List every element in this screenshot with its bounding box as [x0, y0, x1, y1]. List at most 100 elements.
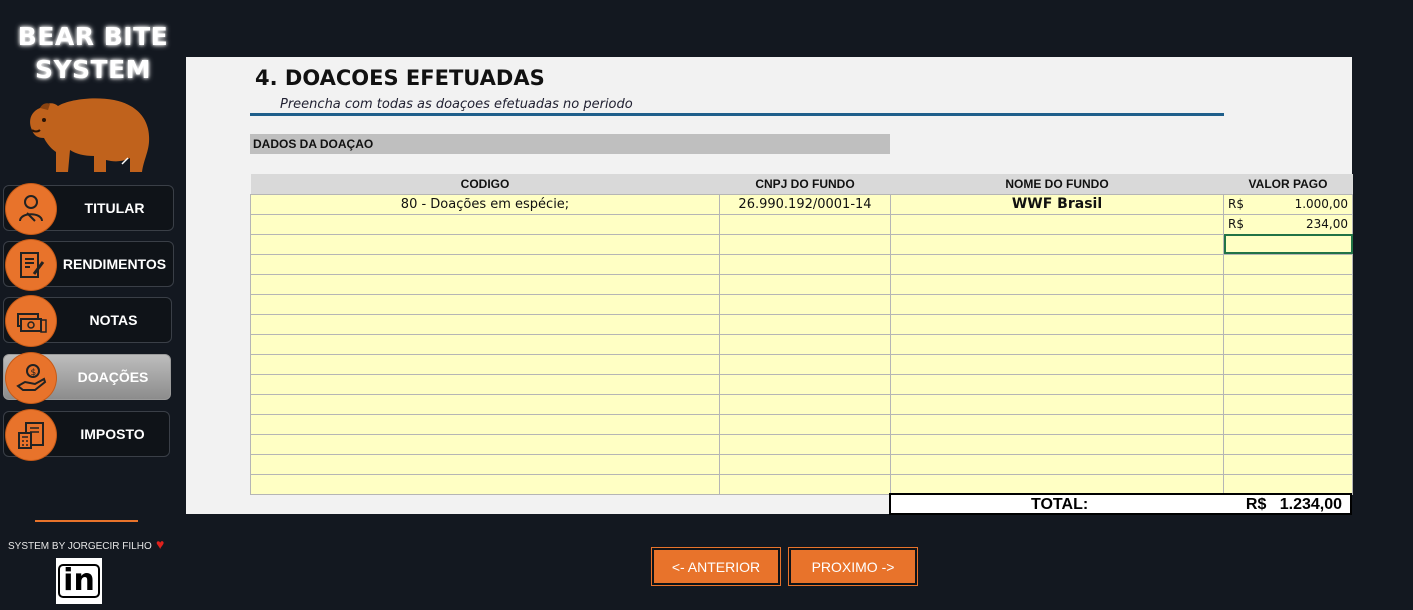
- amount: 234,00: [1306, 217, 1348, 231]
- currency-symbol: R$: [1228, 197, 1244, 211]
- cell-valor-pago[interactable]: [1223, 433, 1353, 455]
- linkedin-button[interactable]: in: [56, 558, 102, 604]
- cell-valor-pago[interactable]: [1223, 453, 1353, 475]
- cell-codigo[interactable]: [250, 313, 720, 335]
- brand-line-2: SYSTEM: [34, 55, 152, 84]
- table-body: 80 - Doações em espécie; 26.990.192/0001-…: [250, 193, 1353, 495]
- table-row: [250, 233, 1353, 255]
- table-row: 80 - Doações em espécie; 26.990.192/0001-…: [250, 193, 1353, 215]
- cell-nome-fundo[interactable]: WWF Brasil: [890, 193, 1224, 215]
- cell-cnpj[interactable]: [719, 213, 891, 235]
- sidebar-item-notas[interactable]: NOTAS: [3, 296, 172, 346]
- cell-nome-fundo[interactable]: [890, 213, 1224, 235]
- sidebar-item-titular[interactable]: TITULAR: [3, 184, 174, 234]
- table-header-row: CODIGO CNPJ DO FUNDO NOME DO FUNDO VALOR…: [250, 174, 1353, 194]
- sidebar-item-label: DOAÇÕES: [77, 369, 149, 385]
- cell-valor-pago[interactable]: [1223, 373, 1353, 395]
- cell-cnpj[interactable]: [719, 313, 891, 335]
- cell-nome-fundo[interactable]: [890, 233, 1224, 255]
- cell-valor-pago[interactable]: [1223, 393, 1353, 415]
- hand-coin-icon: $: [6, 353, 56, 403]
- table-row: [250, 333, 1353, 355]
- cell-valor-pago[interactable]: R$ 1.000,00: [1223, 193, 1353, 215]
- table-row: [250, 253, 1353, 275]
- cell-nome-fundo[interactable]: [890, 353, 1224, 375]
- sidebar-item-label: NOTAS: [89, 312, 138, 328]
- cell-codigo[interactable]: [250, 433, 720, 455]
- cell-cnpj[interactable]: [719, 413, 891, 435]
- cell-codigo[interactable]: [250, 413, 720, 435]
- cell-codigo[interactable]: [250, 473, 720, 495]
- page-subtitle: Preencha com todas as doaçoes efetuadas …: [280, 97, 633, 112]
- cell-cnpj[interactable]: [719, 473, 891, 495]
- cell-nome-fundo[interactable]: [890, 273, 1224, 295]
- column-header-cnpj: CNPJ DO FUNDO: [719, 174, 891, 194]
- table-row: [250, 373, 1353, 395]
- cell-nome-fundo[interactable]: [890, 473, 1224, 495]
- cell-nome-fundo[interactable]: [890, 333, 1224, 355]
- sidebar-item-label: RENDIMENTOS: [62, 256, 167, 272]
- total-value: R$ 1.234,00: [1246, 496, 1342, 514]
- footer-divider: [35, 520, 138, 522]
- cell-cnpj[interactable]: [719, 433, 891, 455]
- cell-nome-fundo[interactable]: [890, 313, 1224, 335]
- cell-valor-pago[interactable]: [1223, 413, 1353, 435]
- sidebar-item-imposto[interactable]: IMPOSTO: [3, 410, 170, 460]
- cell-nome-fundo[interactable]: [890, 293, 1224, 315]
- table-row: [250, 293, 1353, 315]
- cell-codigo[interactable]: [250, 273, 720, 295]
- cell-valor-pago[interactable]: [1223, 293, 1353, 315]
- cell-valor-pago[interactable]: [1223, 353, 1353, 375]
- app-window: BEAR BITE SYSTEM TITULAR RENDIMENTOS NOT…: [0, 0, 1413, 610]
- cell-codigo[interactable]: [250, 373, 720, 395]
- cell-codigo[interactable]: [250, 253, 720, 275]
- heart-icon: ♥: [156, 536, 165, 552]
- table-row: [250, 273, 1353, 295]
- cell-codigo[interactable]: 80 - Doações em espécie;: [250, 193, 720, 215]
- total-box: TOTAL: R$ 1.234,00: [889, 493, 1352, 515]
- cell-codigo[interactable]: [250, 333, 720, 355]
- money-notes-icon: [6, 296, 56, 346]
- cell-nome-fundo[interactable]: [890, 393, 1224, 415]
- cell-valor-pago[interactable]: [1223, 313, 1353, 335]
- cell-cnpj[interactable]: 26.990.192/0001-14: [719, 193, 891, 215]
- cell-cnpj[interactable]: [719, 253, 891, 275]
- user-shield-icon: [6, 184, 56, 234]
- section-header: DADOS DA DOAÇAO: [250, 134, 890, 154]
- sidebar-item-rendimentos[interactable]: RENDIMENTOS: [3, 240, 174, 290]
- cell-valor-pago[interactable]: [1223, 253, 1353, 275]
- cell-nome-fundo[interactable]: [890, 413, 1224, 435]
- cell-cnpj[interactable]: [719, 233, 891, 255]
- cell-valor-pago[interactable]: [1223, 333, 1353, 355]
- total-amount: 1.234,00: [1279, 496, 1342, 513]
- cell-valor-pago[interactable]: [1223, 233, 1353, 255]
- cell-valor-pago[interactable]: R$ 234,00: [1223, 213, 1353, 235]
- cell-valor-pago[interactable]: [1223, 273, 1353, 295]
- cell-valor-pago[interactable]: [1223, 473, 1353, 495]
- cell-cnpj[interactable]: [719, 453, 891, 475]
- cell-nome-fundo[interactable]: [890, 373, 1224, 395]
- svg-text:$: $: [31, 368, 37, 378]
- cell-nome-fundo[interactable]: [890, 433, 1224, 455]
- cell-codigo[interactable]: [250, 293, 720, 315]
- cell-cnpj[interactable]: [719, 333, 891, 355]
- cell-nome-fundo[interactable]: [890, 253, 1224, 275]
- previous-button[interactable]: <- ANTERIOR: [651, 547, 781, 586]
- table-row: [250, 393, 1353, 415]
- cell-codigo[interactable]: [250, 393, 720, 415]
- sidebar-item-doacoes[interactable]: $ DOAÇÕES: [3, 353, 171, 403]
- next-button[interactable]: PROXIMO ->: [788, 547, 918, 586]
- cell-codigo[interactable]: [250, 353, 720, 375]
- cell-cnpj[interactable]: [719, 293, 891, 315]
- cell-cnpj[interactable]: [719, 353, 891, 375]
- total-label: TOTAL:: [1031, 496, 1089, 513]
- cell-cnpj[interactable]: [719, 373, 891, 395]
- cell-codigo[interactable]: [250, 233, 720, 255]
- cell-nome-fundo[interactable]: [890, 453, 1224, 475]
- cell-cnpj[interactable]: [719, 273, 891, 295]
- cell-cnpj[interactable]: [719, 393, 891, 415]
- bear-logo-icon: [30, 98, 150, 172]
- cell-codigo[interactable]: [250, 213, 720, 235]
- cell-codigo[interactable]: [250, 453, 720, 475]
- tax-calculator-icon: [6, 410, 56, 460]
